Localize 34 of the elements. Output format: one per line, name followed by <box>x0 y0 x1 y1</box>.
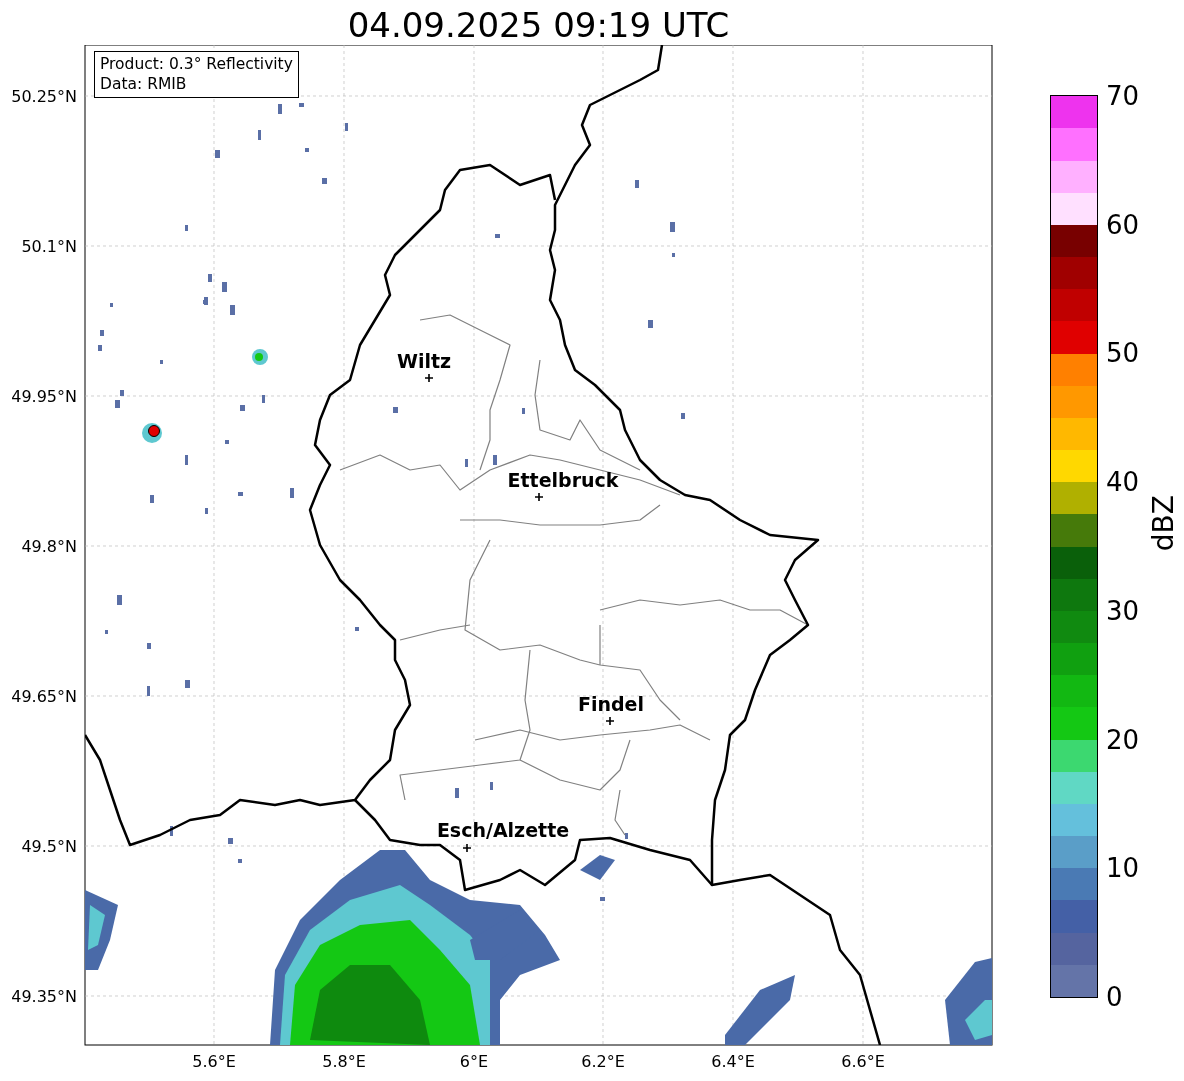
info-text: Data: RMIB <box>100 74 188 94</box>
city-label: Wiltz <box>396 350 452 372</box>
latitude-label: 49.65°N <box>11 687 77 706</box>
city-marker-icon <box>605 716 615 726</box>
colorbar-label: dBZ <box>1147 494 1181 552</box>
longitude-label: 5.6°E <box>192 1052 236 1071</box>
city-label: Esch/Alzette <box>436 819 570 841</box>
latitude-label: 50.25°N <box>11 87 77 106</box>
latitude-label: 50.1°N <box>21 237 77 256</box>
longitude-label: 6°E <box>459 1052 489 1071</box>
colorbar-tick-label: 10 <box>1106 854 1140 883</box>
longitude-label: 6.6°E <box>841 1052 885 1071</box>
city-label: Ettelbruck <box>507 469 619 491</box>
colorbar-tick-label: 0 <box>1106 982 1124 1011</box>
chart-title: 04.09.2025 09:19 UTC <box>346 4 731 45</box>
info-text: Product: 0.3° Reflectivity <box>100 54 293 74</box>
colorbar-tick-label: 40 <box>1106 468 1140 497</box>
colorbar-tick-label: 50 <box>1106 339 1140 368</box>
latitude-label: 49.35°N <box>11 987 77 1006</box>
longitude-label: 6.4°E <box>711 1052 755 1071</box>
colorbar-tick-label: 70 <box>1106 82 1140 110</box>
colorbar-tick-label: 20 <box>1106 725 1140 754</box>
longitude-label: 5.8°E <box>322 1052 366 1071</box>
latitude-label: 49.5°N <box>21 837 77 856</box>
radar-site-marker <box>148 425 160 437</box>
city-label: Findel <box>578 693 644 715</box>
longitude-label: 6.2°E <box>581 1052 625 1071</box>
city-marker-icon <box>424 373 434 383</box>
colorbar-tick-label: 60 <box>1106 210 1140 239</box>
latitude-label: 49.8°N <box>21 537 77 556</box>
latitude-label: 49.95°N <box>11 387 77 406</box>
colorbar-tick-label: 30 <box>1106 596 1140 625</box>
city-marker-icon <box>534 492 544 502</box>
city-marker-icon <box>462 843 472 853</box>
